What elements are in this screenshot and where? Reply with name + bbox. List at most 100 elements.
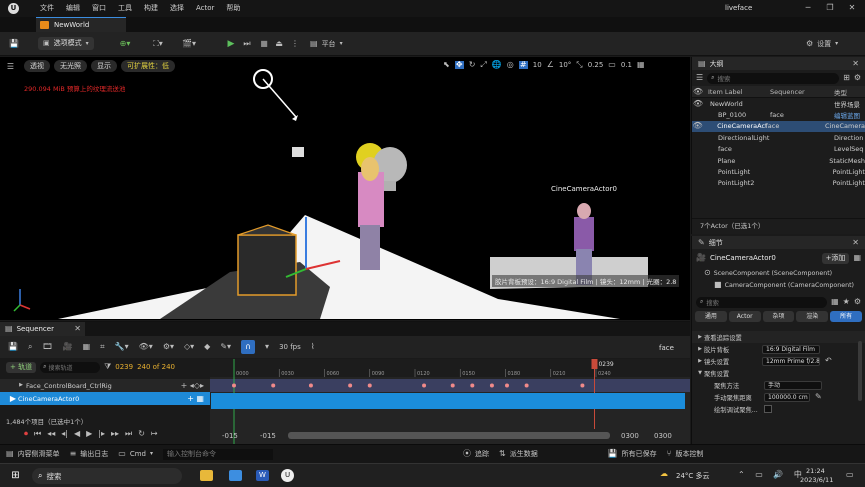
visibility-icon[interactable]: 👁 — [692, 99, 704, 108]
details-actor-name[interactable]: CineCameraActor0 — [710, 254, 818, 262]
lit-mode-button[interactable]: 无光照 — [54, 60, 87, 72]
tool-icon[interactable]: 🔧▾ — [115, 343, 129, 351]
menu-tools[interactable]: 工具 — [118, 4, 132, 12]
jump-start-icon[interactable]: ⏮ — [34, 430, 41, 438]
row-lens[interactable]: ▶ 镜头设置 12mm Prime f/2.8 ↶ — [692, 355, 865, 367]
scale-snap-value[interactable]: 0.25 — [588, 61, 604, 69]
component-row[interactable]: ⊙ SceneComponent (SceneComponent) — [692, 267, 865, 279]
save-icon[interactable]: 💾 — [9, 39, 19, 49]
section-lookat[interactable]: ▶ 查看追踪设置 — [692, 331, 865, 343]
gear-icon[interactable]: ⚙ — [854, 298, 861, 306]
save-all-button[interactable]: 💾 所有已保存 — [608, 449, 657, 459]
viewport-layout-icon[interactable]: ▦ — [637, 61, 645, 69]
visibility-icon[interactable]: 👁 — [692, 122, 703, 130]
next-frame-icon[interactable]: |▸ — [98, 430, 105, 438]
camera-icon[interactable]: 🎥 — [63, 343, 73, 351]
surface-snap-icon[interactable]: ◎ — [507, 61, 514, 69]
scale-tool-icon[interactable]: ⤢ — [480, 61, 486, 69]
menu-help[interactable]: 帮助 — [226, 4, 240, 12]
track-row[interactable]: ▶ Face_ControlBoard_CtrlRig + ◂◇▸ — [0, 379, 210, 392]
filter-misc[interactable]: 杂项 — [762, 311, 795, 322]
taskbar-search[interactable]: ⌕ 搜索 — [32, 468, 182, 484]
menu-build[interactable]: 构建 — [144, 4, 158, 12]
jump-end-icon[interactable]: ⏭ — [125, 430, 132, 438]
component-row[interactable]: ■ CameraComponent (CameraComponent) — [692, 279, 865, 291]
add-track-button[interactable]: + 轨道 — [6, 361, 37, 373]
auto-key-icon[interactable]: ◆ — [204, 343, 210, 351]
edit-icon[interactable]: ✎▾ — [220, 343, 231, 351]
outliner-row[interactable]: DirectionalLight Direction — [692, 132, 865, 143]
add-folder-icon[interactable]: ⊞ — [843, 74, 850, 82]
tab-level[interactable]: NewWorld — [36, 17, 126, 32]
rotate-tool-icon[interactable]: ↻ — [469, 61, 476, 69]
filter-rendering[interactable]: 渲染 — [796, 311, 829, 322]
output-log-button[interactable]: ≡ 输出日志 — [70, 449, 109, 459]
skip-icon[interactable]: ⏭ — [242, 38, 252, 50]
filter-icon[interactable]: ☰ — [696, 74, 703, 82]
unreal-taskbar-icon[interactable]: U — [281, 469, 294, 482]
scalability-button[interactable]: 可扩展性：低 — [121, 60, 175, 72]
maximize-icon[interactable]: ❐ — [824, 3, 836, 13]
stop-icon[interactable]: ■ — [259, 38, 269, 50]
rotation-snap-icon[interactable]: ∠ — [547, 61, 554, 69]
prev-key-icon[interactable]: ◂◂ — [47, 430, 55, 438]
find-icon[interactable]: ⌕ — [28, 343, 32, 351]
add-actor-icon[interactable]: ⊕▾ — [118, 38, 132, 50]
outliner-search-input[interactable]: ⌕ 搜索 — [707, 72, 840, 84]
row-focus-method[interactable]: 聚焦方法 手动 — [692, 379, 865, 391]
store-icon[interactable] — [229, 470, 242, 481]
scale-snap-icon[interactable]: ⤡ — [576, 61, 582, 69]
more-options-icon[interactable]: ⋮ — [291, 38, 299, 50]
blueprint-icon[interactable]: ⛶▾ — [150, 38, 166, 50]
console-input[interactable]: 输入控制台命令 — [163, 448, 273, 460]
minimize-icon[interactable]: ─ — [802, 3, 814, 13]
outliner-row[interactable]: BP_0100 face 编辑蓝图 — [692, 109, 865, 120]
grid-snap-icon[interactable]: # — [518, 61, 528, 69]
close-icon[interactable]: ✕ — [852, 238, 859, 247]
outliner-row[interactable]: 👁 CineCameraActor0face CineCamera — [692, 120, 865, 133]
reset-icon[interactable]: ↶ — [825, 357, 832, 365]
playback-icon[interactable]: ⚙▾ — [163, 343, 174, 351]
eject-icon[interactable]: ⏏ — [274, 38, 284, 50]
camera-speed-icon[interactable]: ▭ — [608, 61, 616, 69]
word-icon[interactable]: W — [256, 470, 269, 481]
visibility-icon[interactable]: 👁 — [692, 87, 704, 96]
menu-window[interactable]: 窗口 — [92, 4, 106, 12]
weather-text[interactable]: 24°C 多云 — [676, 471, 710, 481]
current-frame[interactable]: 0239 — [115, 363, 133, 371]
outliner-row[interactable]: 👁 NewWorld 世界场景 — [692, 98, 865, 109]
perspective-button[interactable]: 透视 — [24, 60, 50, 72]
row-debug-focus[interactable]: 绘制调试聚焦... — [692, 403, 865, 415]
lens-dropdown[interactable]: 12mm Prime f/2.8 — [762, 356, 820, 366]
save-icon[interactable]: 💾 — [8, 343, 18, 351]
grid-icon[interactable]: ⌗ — [100, 343, 105, 351]
filter-all[interactable]: 所有 — [830, 311, 862, 322]
outliner-row[interactable]: Plane StaticMesh — [692, 155, 865, 166]
rotation-snap-value[interactable]: 10° — [559, 61, 571, 69]
clock-time[interactable]: 21:24 — [806, 467, 825, 475]
settings-button[interactable]: ⚙ 设置 ▾ — [806, 38, 838, 50]
range-end[interactable]: 0300 — [621, 432, 639, 440]
move-tool-icon[interactable]: ✥ — [454, 61, 464, 69]
content-drawer-button[interactable]: ▤ 内容侧滑菜单 — [6, 449, 60, 459]
camera-section-bar[interactable] — [211, 393, 685, 409]
menu-actor[interactable]: Actor — [196, 4, 214, 12]
mode-select-button[interactable]: ▣ 选项模式 ▾ — [38, 37, 94, 50]
focus-method-dropdown[interactable]: 手动 — [764, 380, 822, 390]
world-space-icon[interactable]: 🌐 — [492, 61, 502, 69]
range-start-2[interactable]: -015 — [260, 432, 276, 440]
details-scrollbar[interactable] — [858, 341, 862, 401]
row-filmback[interactable]: ▶ 胶片背板 16:9 Digital Film — [692, 343, 865, 355]
render-icon[interactable]: ▦ — [83, 343, 91, 351]
trace-button[interactable]: ⦿ 追踪 — [463, 449, 489, 459]
debug-focus-checkbox[interactable] — [764, 405, 772, 413]
show-button[interactable]: 显示 — [91, 60, 117, 72]
outliner-row[interactable]: PointLight PointLight — [692, 166, 865, 177]
curve-editor-icon[interactable]: ⌇ — [311, 343, 315, 351]
menu-edit[interactable]: 编辑 — [66, 4, 80, 12]
menu-file[interactable]: 文件 — [40, 4, 54, 12]
viewport-menu-icon[interactable]: ☰ — [6, 62, 15, 71]
add-key-icon[interactable]: + ▦ — [187, 394, 204, 403]
close-icon[interactable]: ✕ — [852, 59, 859, 68]
view-icon[interactable]: 👁▾ — [139, 343, 153, 351]
